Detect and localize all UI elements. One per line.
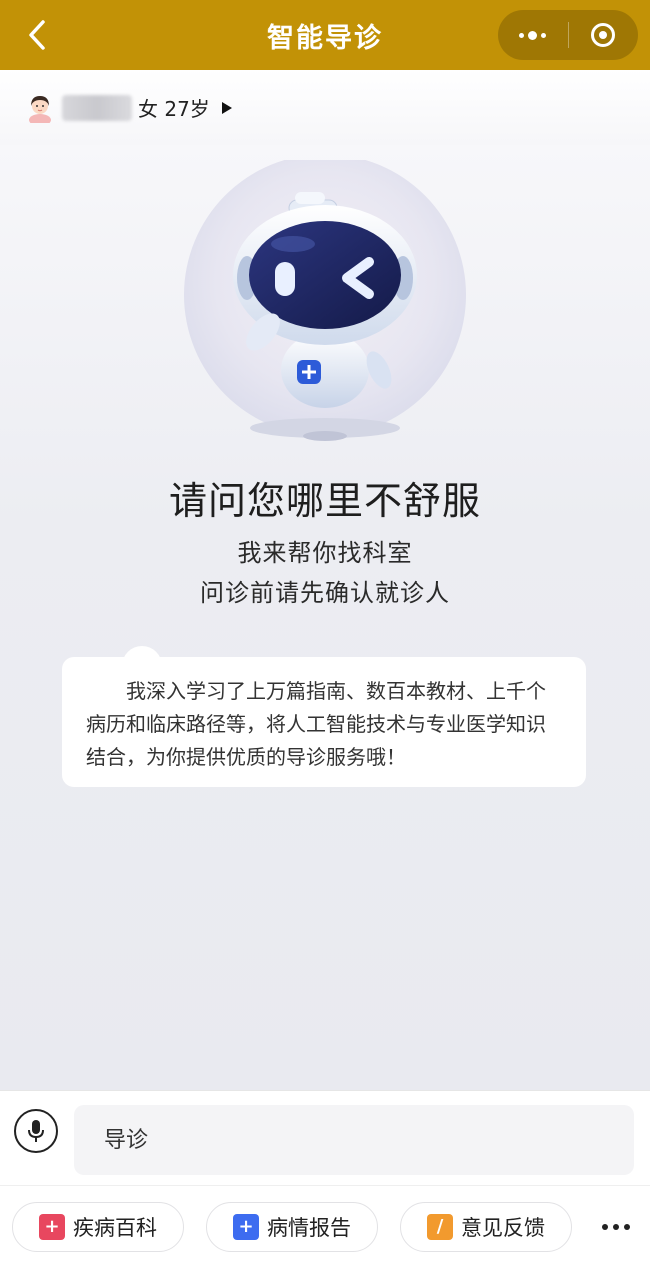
more-actions-button[interactable] (594, 1210, 638, 1244)
page-title: 智能导诊 (267, 22, 383, 54)
headline: 请问您哪里不舒服 (168, 479, 481, 523)
patient-info: 女 27岁 (138, 97, 210, 121)
input-bar (0, 1090, 650, 1185)
more-dot-icon (613, 1224, 619, 1230)
female-avatar-icon (29, 95, 51, 123)
plus-report-icon: + (233, 1214, 259, 1240)
more-dot-icon (624, 1224, 630, 1230)
triage-input[interactable] (74, 1105, 634, 1175)
expand-arrow-icon (221, 101, 232, 114)
close-mini-program-button[interactable] (569, 10, 639, 60)
robot-illustration (183, 154, 467, 460)
quick-actions-bar: + 疾病百科 + 病情报告 / 意见反馈 (0, 1185, 650, 1282)
chip-label: 疾病百科 (73, 1216, 157, 1240)
robot-mascot-icon (184, 154, 466, 441)
patient-selector[interactable]: 女 27岁 (0, 70, 650, 145)
chip-label: 病情报告 (267, 1216, 351, 1240)
nav-bar: 智能导诊 (0, 0, 650, 70)
more-dots-icon (519, 30, 547, 40)
mini-program-capsule (498, 10, 638, 60)
more-menu-button[interactable] (498, 10, 568, 60)
encyclopedia-icon: + (39, 1214, 65, 1240)
voice-input-button[interactable] (14, 1109, 58, 1153)
chevron-left-icon (29, 20, 45, 50)
intro-message-text: 我深入学习了上万篇指南、数百本教材、上千个病历和临床路径等，将人工智能技术与专业… (86, 679, 546, 769)
main-content: 请问您哪里不舒服 我来帮你找科室 问诊前请先确认就诊人 我深入学习了上万篇指南、… (0, 145, 650, 1090)
intro-message-bubble: 我深入学习了上万篇指南、数百本教材、上千个病历和临床路径等，将人工智能技术与专业… (62, 657, 586, 787)
patient-name-blurred (62, 94, 132, 121)
chip-label: 意见反馈 (461, 1216, 545, 1240)
target-close-icon (591, 23, 616, 47)
back-button[interactable] (20, 18, 54, 52)
condition-report-button[interactable]: + 病情报告 (206, 1202, 378, 1252)
more-dot-icon (602, 1224, 608, 1230)
feedback-icon: / (427, 1214, 453, 1240)
subline-find-department: 我来帮你找科室 (237, 539, 413, 567)
feedback-button[interactable]: / 意见反馈 (400, 1202, 572, 1252)
disease-encyclopedia-button[interactable]: + 疾病百科 (12, 1202, 184, 1252)
subline-confirm-patient: 问诊前请先确认就诊人 (200, 579, 450, 607)
microphone-icon (28, 1120, 44, 1142)
